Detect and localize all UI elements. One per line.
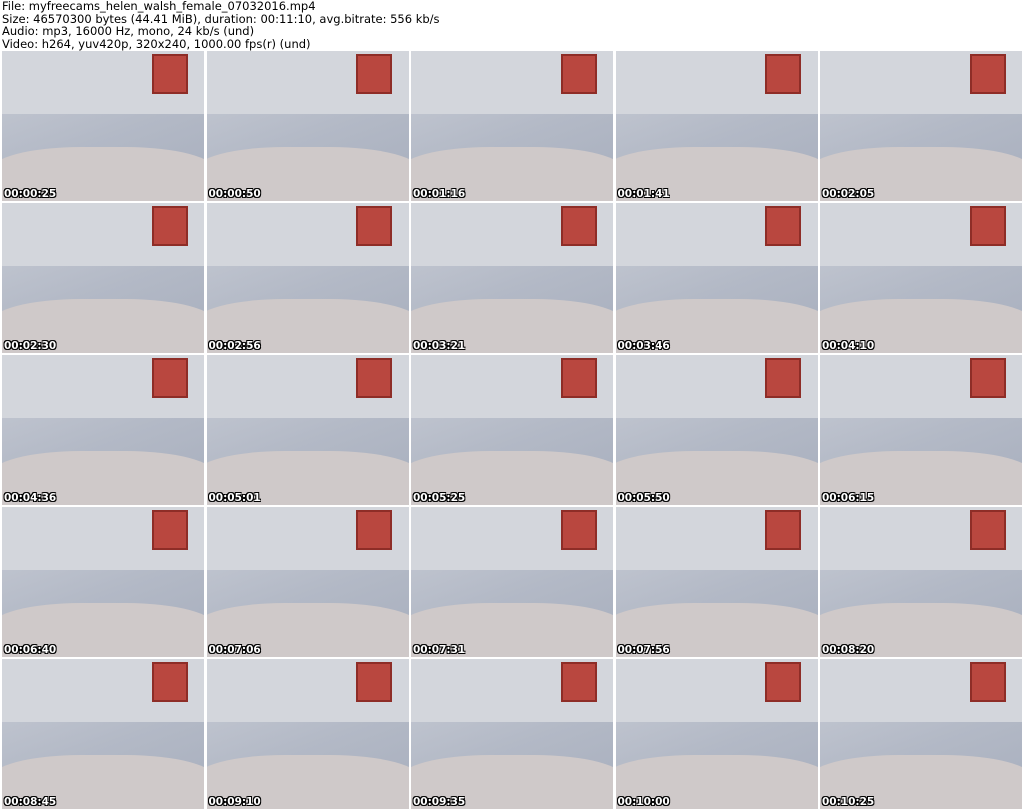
thumbnail-timestamp: 00:07:06 [208,644,261,656]
video-thumbnail[interactable]: 00:00:25 [2,51,204,201]
video-thumbnail[interactable]: 00:10:25 [820,659,1022,809]
video-thumbnail[interactable]: 00:01:16 [411,51,613,201]
video-thumbnail[interactable]: 00:03:46 [615,203,818,353]
background-object [969,510,1006,550]
video-thumbnail[interactable]: 00:07:06 [206,507,409,657]
video-thumbnail[interactable]: 00:08:20 [820,507,1022,657]
video-thumbnail[interactable]: 00:09:35 [411,659,613,809]
thumbnail-timestamp: 00:02:30 [4,340,57,352]
background-object [151,358,188,398]
background-object [969,206,1006,246]
video-info-line: Video: h264, yuv420p, 320x240, 1000.00 f… [2,36,311,51]
thumbnail-timestamp: 00:05:01 [208,492,261,504]
thumbnail-timestamp: 00:08:45 [4,796,57,808]
thumbnail-timestamp: 00:04:36 [4,492,57,504]
thumbnail-timestamp: 00:09:10 [208,796,261,808]
background-object [356,54,393,94]
thumbnail-timestamp: 00:10:00 [617,796,670,808]
video-thumbnail[interactable]: 00:05:25 [411,355,613,505]
thumbnail-timestamp: 00:04:10 [822,340,875,352]
background-object [969,54,1006,94]
background-object [560,54,597,94]
background-object [356,206,393,246]
video-thumbnail[interactable]: 00:05:50 [615,355,818,505]
thumbnail-timestamp: 00:03:21 [413,340,466,352]
background-object [560,510,597,550]
background-object [560,206,597,246]
background-object [765,662,802,702]
thumbnail-grid: 00:00:25 00:00:50 00:01:16 00:01:41 00:02:05… [2,51,1022,809]
thumbnail-timestamp: 00:09:35 [413,796,466,808]
thumbnail-timestamp: 00:06:15 [822,492,875,504]
thumbnail-timestamp: 00:08:20 [822,644,875,656]
audio-info-line: Audio: mp3, 16000 Hz, mono, 24 kb/s (und… [2,24,255,38]
background-object [765,206,802,246]
thumbnail-timestamp: 00:03:46 [617,340,670,352]
video-thumbnail[interactable]: 00:00:50 [206,51,409,201]
background-object [151,54,188,94]
background-object [765,510,802,550]
background-object [151,510,188,550]
background-object [560,358,597,398]
background-object [765,54,802,94]
thumbnail-timestamp: 00:02:56 [208,340,261,352]
thumbnail-timestamp: 00:05:25 [413,492,466,504]
video-thumbnail[interactable]: 00:08:45 [2,659,204,809]
thumbnail-timestamp: 00:01:41 [617,188,670,200]
thumbnail-timestamp: 00:01:16 [413,188,466,200]
video-thumbnail[interactable]: 00:06:40 [2,507,204,657]
thumbnail-timestamp: 00:07:56 [617,644,670,656]
background-object [151,662,188,702]
background-object [356,510,393,550]
background-object [969,358,1006,398]
thumbnail-timestamp: 00:05:50 [617,492,670,504]
video-thumbnail[interactable]: 00:02:56 [206,203,409,353]
video-thumbnail[interactable]: 00:03:21 [411,203,613,353]
video-thumbnail[interactable]: 00:07:56 [615,507,818,657]
background-object [560,662,597,702]
background-object [356,358,393,398]
video-thumbnail[interactable]: 00:01:41 [615,51,818,201]
video-thumbnail[interactable]: 00:06:15 [820,355,1022,505]
background-object [356,662,393,702]
video-thumbnail[interactable]: 00:10:00 [615,659,818,809]
background-object [969,662,1006,702]
thumbnail-timestamp: 00:00:50 [208,188,261,200]
thumbnail-timestamp: 00:10:25 [822,796,875,808]
thumbnail-timestamp: 00:07:31 [413,644,466,656]
background-object [151,206,188,246]
video-thumbnail[interactable]: 00:02:30 [2,203,204,353]
video-thumbnail[interactable]: 00:05:01 [206,355,409,505]
video-thumbnail[interactable]: 00:04:36 [2,355,204,505]
video-thumbnail[interactable]: 00:04:10 [820,203,1022,353]
file-info-header: File: myfreecams_helen_walsh_female_0703… [2,0,440,50]
thumbnail-timestamp: 00:00:25 [4,188,57,200]
thumbnail-timestamp: 00:02:05 [822,188,875,200]
background-object [765,358,802,398]
file-name-line: File: myfreecams_helen_walsh_female_0703… [2,0,316,13]
video-thumbnail[interactable]: 00:09:10 [206,659,409,809]
video-thumbnail[interactable]: 00:02:05 [820,51,1022,201]
thumbnail-timestamp: 00:06:40 [4,644,57,656]
video-thumbnail[interactable]: 00:07:31 [411,507,613,657]
